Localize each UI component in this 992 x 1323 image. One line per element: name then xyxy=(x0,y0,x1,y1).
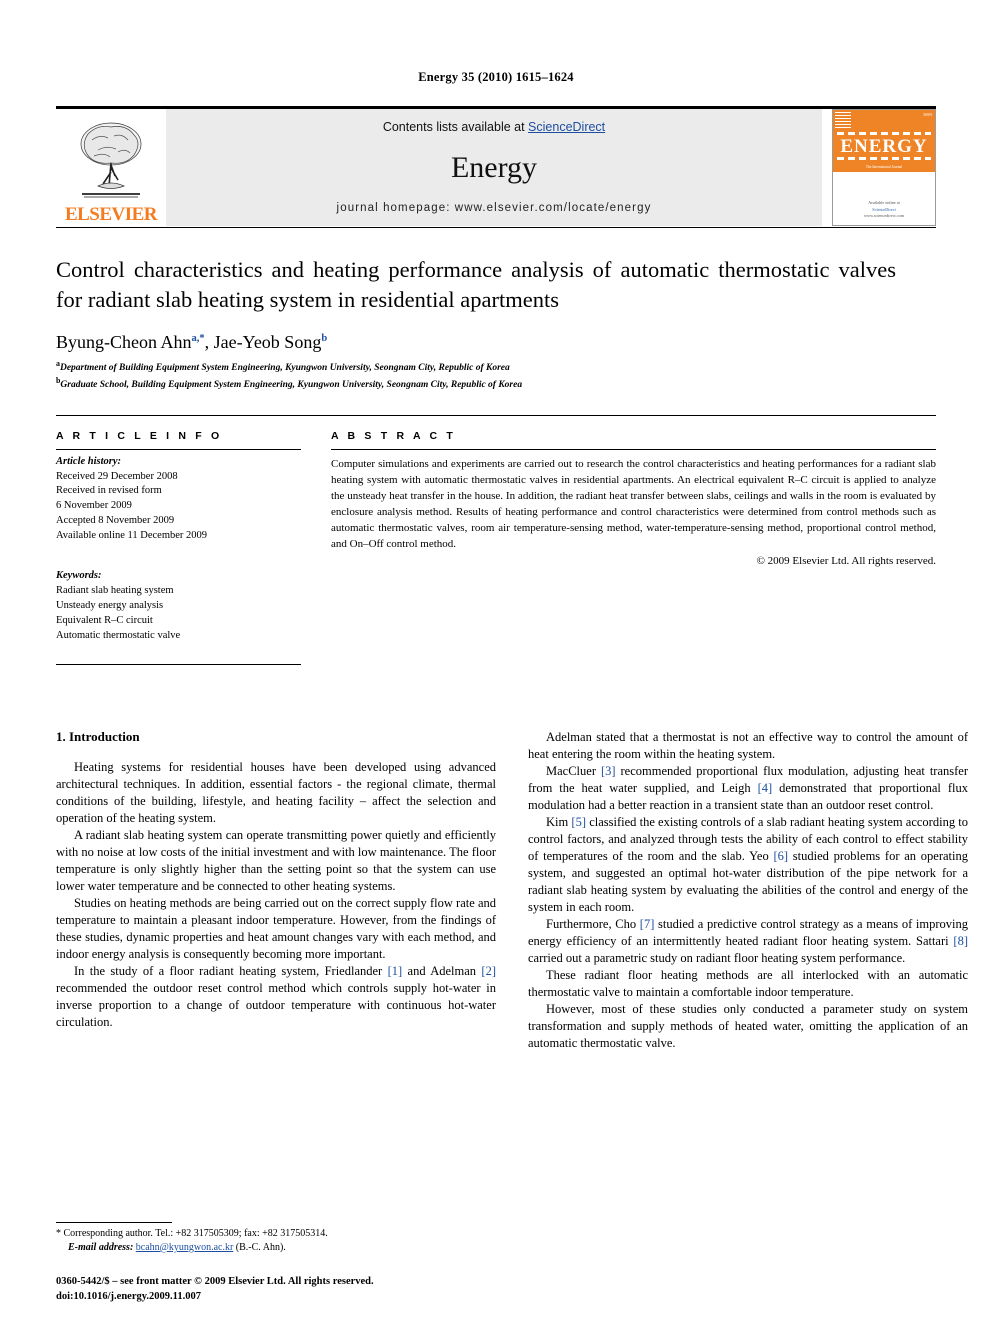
abstract-copyright: © 2009 Elsevier Ltd. All rights reserved… xyxy=(756,554,936,567)
cover-barcode-icon xyxy=(835,112,851,128)
abstract-text: Computer simulations and experiments are… xyxy=(331,457,936,551)
paragraph: A radiant slab heating system can operat… xyxy=(56,827,496,893)
paragraph: Kim [5] classified the existing controls… xyxy=(528,814,968,914)
affiliation-a: aDepartment of Building Equipment System… xyxy=(56,358,936,375)
section-heading-introduction: 1. Introduction xyxy=(56,728,140,744)
affiliation-text: Graduate School, Building Equipment Syst… xyxy=(60,380,523,391)
right-column: Adelman stated that a thermostat is not … xyxy=(528,729,968,1159)
contents-prefix: Contents lists available at xyxy=(382,120,529,134)
citation-reference[interactable]: [8] xyxy=(953,934,968,948)
keyword-item: Automatic thermostatic valve xyxy=(56,629,181,641)
cover-subtitle: The International Journal xyxy=(865,165,903,169)
article-info-column: A R T I C L E I N F O Article history: R… xyxy=(56,430,301,665)
keyword-item: Equivalent R–C circuit xyxy=(56,614,153,626)
cover-footer-line2: ScienceDirect xyxy=(872,206,896,212)
history-item: Accepted 8 November 2009 xyxy=(56,515,175,527)
keywords-label: Keywords: xyxy=(56,570,102,582)
author-name: Jae-Yeob Song xyxy=(213,331,322,352)
footnote-rule xyxy=(56,1221,172,1223)
sciencedirect-link[interactable]: ScienceDirect xyxy=(528,120,605,134)
article-info-bottom-rule xyxy=(56,663,301,665)
citation-reference[interactable]: [2] xyxy=(481,964,496,978)
affiliation-text: Department of Building Equipment System … xyxy=(59,363,510,373)
cover-issn: ISSN xyxy=(923,112,932,117)
affiliation-b: bGraduate School, Building Equipment Sys… xyxy=(56,375,936,392)
cover-top-band: ISSN ENERGY The International Journal xyxy=(833,110,935,172)
journal-title: Energy xyxy=(450,151,538,184)
page-title: Control characteristics and heating perf… xyxy=(56,257,896,312)
history-item: Received 29 December 2008 xyxy=(56,470,178,482)
cover-journal-title: ENERGY xyxy=(840,136,928,157)
paragraph: Furthermore, Cho [7] studied a predictiv… xyxy=(528,916,968,965)
cover-rule-bottom xyxy=(837,157,931,160)
history-item: Received in revised form xyxy=(56,485,162,497)
keyword-item: Unsteady energy analysis xyxy=(56,599,164,611)
paragraph: Studies on heating methods are being car… xyxy=(56,895,496,961)
email-label: E-mail address: xyxy=(68,1241,134,1253)
left-column: 1. Introduction Heating systems for resi… xyxy=(56,729,496,1159)
footnote-area: * Corresponding author. Tel.: +82 317505… xyxy=(56,1221,496,1255)
cover-rule-top xyxy=(837,132,931,135)
keyword-item: Radiant slab heating system xyxy=(56,585,174,596)
running-head: Energy 35 (2010) 1615–1624 xyxy=(418,70,574,84)
article-info-heading: A R T I C L E I N F O xyxy=(56,429,223,442)
elsevier-logo: ELSEVIER xyxy=(56,109,166,226)
journal-cover-thumbnail: ISSN ENERGY The International Journal Av… xyxy=(832,109,936,226)
body-columns: 1. Introduction Heating systems for resi… xyxy=(56,729,968,1159)
imprint-block: 0360-5442/$ – see front matter © 2009 El… xyxy=(56,1275,516,1305)
citation-reference[interactable]: [6] xyxy=(773,849,788,863)
history-item: 6 November 2009 xyxy=(56,500,132,512)
journal-homepage[interactable]: journal homepage: www.elsevier.com/locat… xyxy=(337,202,652,214)
citation-reference[interactable]: [3] xyxy=(601,764,616,778)
journal-masthead: ELSEVIER Contents lists available at Sci… xyxy=(56,106,936,226)
email-owner: (B.-C. Ahn). xyxy=(235,1241,286,1253)
contents-line: Contents lists available at ScienceDirec… xyxy=(383,120,605,134)
abstract-heading: A B S T R A C T xyxy=(331,429,456,442)
paragraph: However, most of these studies only cond… xyxy=(528,1001,968,1050)
author-affiliation-marker: a,* xyxy=(191,332,205,344)
paragraph: These radiant floor heating methods are … xyxy=(528,967,968,999)
elsevier-wordmark: ELSEVIER xyxy=(64,204,158,225)
citation-reference[interactable]: [5] xyxy=(571,815,586,829)
elsevier-tree-icon xyxy=(80,122,142,198)
issn-line: 0360-5442/$ – see front matter © 2009 El… xyxy=(56,1276,374,1288)
citation-reference[interactable]: [7] xyxy=(640,917,655,931)
article-history: Article history: Received 29 December 20… xyxy=(56,450,301,544)
citation-reference[interactable]: [4] xyxy=(758,781,773,795)
masthead-center: Contents lists available at ScienceDirec… xyxy=(166,109,822,226)
paper-page: Energy 35 (2010) 1615–1624 ELSEVIER Cont… xyxy=(0,0,992,1323)
cover-footer-line3: www.sciencedirect.com xyxy=(864,213,904,219)
history-item: Available online 11 December 2009 xyxy=(56,530,208,542)
paragraph: MacCluer [3] recommended proportional fl… xyxy=(528,763,968,812)
citation-reference[interactable]: [1] xyxy=(388,964,403,978)
paragraph: Adelman stated that a thermostat is not … xyxy=(528,729,968,761)
keywords-block: Keywords: Radiant slab heating system Un… xyxy=(56,564,301,644)
email-note: E-mail address: bcahn@kyungwon.ac.kr (B.… xyxy=(56,1241,496,1255)
paragraph: In the study of a floor radiant heating … xyxy=(56,963,496,1029)
cover-body: Available online at ScienceDirect www.sc… xyxy=(833,172,935,225)
abstract-column: A B S T R A C T Computer simulations and… xyxy=(331,430,936,665)
masthead-bottom-rule xyxy=(56,227,936,228)
email-link[interactable]: bcahn@kyungwon.ac.kr xyxy=(136,1242,234,1253)
cover-footer-line1: Available online at xyxy=(868,199,900,205)
cover-footer: Available online at ScienceDirect www.sc… xyxy=(833,200,935,220)
paragraph: Heating systems for residential houses h… xyxy=(56,759,496,825)
author-name: Byung-Cheon Ahn xyxy=(56,331,192,352)
article-history-label: Article history: xyxy=(56,455,122,467)
info-abstract-block: A R T I C L E I N F O Article history: R… xyxy=(56,414,936,665)
author-affiliation-marker: b xyxy=(321,332,328,344)
doi-line: doi:10.1016/j.energy.2009.11.007 xyxy=(56,1291,201,1303)
author-list: Byung-Cheon Ahna,*, Jae-Yeob Songb xyxy=(56,331,328,352)
corresponding-author-note: * Corresponding author. Tel.: +82 317505… xyxy=(56,1227,328,1239)
